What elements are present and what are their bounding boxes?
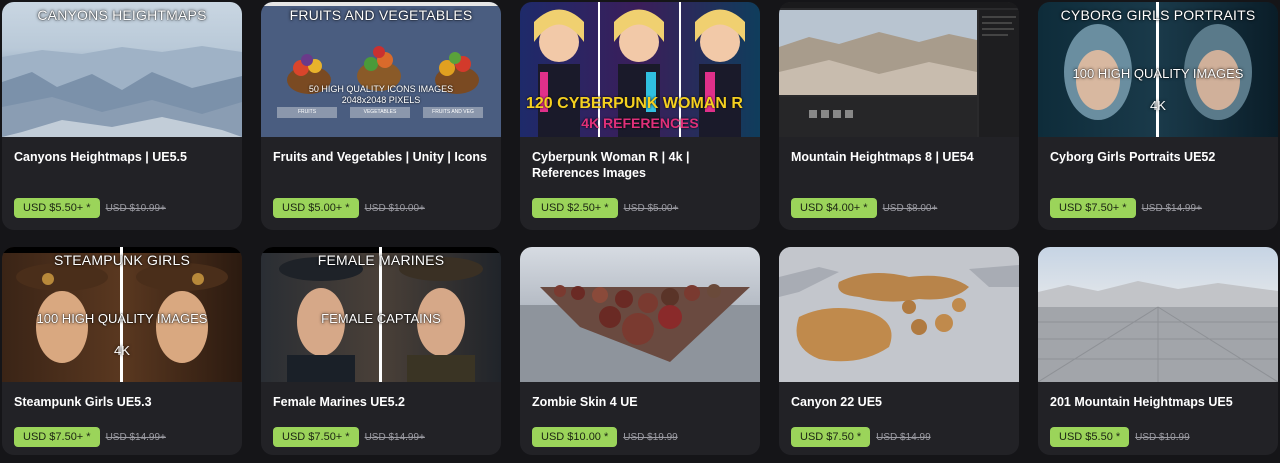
product-thumbnail[interactable]: STEAMPUNK GIRLS 100 HIGH QUALITY IMAGES … [2, 247, 242, 382]
mountain-landscape-image [1038, 281, 1278, 382]
price-button[interactable]: USD $5.00+ * [273, 198, 359, 218]
product-card-canyons-heightmaps[interactable]: CANYONS HEIGHTMAPS Canyons Heightmaps | … [2, 2, 242, 230]
old-price: USD $10.99 [1135, 431, 1190, 443]
price-row: USD $7.50+ * USD $14.99+ [14, 427, 166, 447]
old-price: USD $8.00+ [882, 202, 938, 214]
old-price: USD $14.99+ [1141, 202, 1202, 214]
product-title[interactable]: Female Marines UE5.2 [273, 394, 493, 410]
product-thumbnail[interactable]: 120 CYBERPUNK WOMAN R 4K REFERENCES [520, 2, 760, 137]
thumbnail-overlay-subtitle: FEMALE CAPTAINS [321, 311, 441, 326]
product-title[interactable]: Cyborg Girls Portraits UE52 [1050, 149, 1270, 165]
old-price: USD $14.99+ [364, 431, 425, 443]
product-thumbnail[interactable] [779, 2, 1019, 137]
product-card-cyberpunk-woman[interactable]: 120 CYBERPUNK WOMAN R 4K REFERENCES Cybe… [520, 2, 760, 230]
price-row: USD $7.50+ * USD $14.99+ [1050, 198, 1202, 218]
thumbnail-overlay-title: 120 CYBERPUNK WOMAN R [526, 95, 743, 112]
price-button[interactable]: USD $2.50+ * [532, 198, 618, 218]
old-price: USD $10.00+ [364, 202, 425, 214]
product-title[interactable]: Mountain Heightmaps 8 | UE54 [791, 149, 1011, 165]
overlay-line: 50 HIGH QUALITY ICONS IMAGES [308, 84, 454, 94]
product-grid: CANYONS HEIGHTMAPS Canyons Heightmaps | … [2, 2, 1278, 455]
old-price: USD $5.00+ [623, 202, 679, 214]
price-button[interactable]: USD $10.00 * [532, 427, 618, 447]
product-card-canyon-22[interactable]: Canyon 22 UE5 USD $7.50 * USD $14.99 [779, 247, 1019, 455]
old-price: USD $14.99+ [105, 431, 166, 443]
product-card-201-mountain-heightmaps[interactable]: 201 Mountain Heightmaps UE5 USD $5.50 * … [1038, 247, 1278, 455]
price-row: USD $7.50+ * USD $14.99+ [273, 427, 425, 447]
thumbnail-overlay-title: FEMALE MARINES [317, 252, 445, 268]
product-title[interactable]: Canyons Heightmaps | UE5.5 [14, 149, 234, 165]
product-thumbnail[interactable]: CANYONS HEIGHTMAPS [2, 2, 242, 137]
price-row: USD $5.00+ * USD $10.00+ [273, 198, 425, 218]
old-price: USD $10.99+ [105, 202, 166, 214]
thumbnail-overlay-title: STEAMPUNK GIRLS [53, 252, 191, 268]
price-button[interactable]: USD $7.50 * [791, 427, 871, 447]
zombie-spheres-image [520, 284, 760, 382]
product-card-steampunk-girls[interactable]: STEAMPUNK GIRLS 100 HIGH QUALITY IMAGES … [2, 247, 242, 455]
price-button[interactable]: USD $7.50+ * [273, 427, 359, 447]
price-row: USD $4.00+ * USD $8.00+ [791, 198, 937, 218]
price-row: USD $5.50 * USD $10.99 [1050, 427, 1190, 447]
price-row: USD $2.50+ * USD $5.00+ [532, 198, 678, 218]
product-title[interactable]: Cyberpunk Woman R | 4k | References Imag… [532, 149, 752, 181]
thumbnail-overlay-subtitle: 100 HIGH QUALITY IMAGES [36, 311, 208, 326]
price-row: USD $7.50 * USD $14.99 [791, 427, 931, 447]
product-title[interactable]: Fruits and Vegetables | Unity | Icons [273, 149, 493, 165]
thumbnail-overlay-subtitle: 100 HIGH QUALITY IMAGES [1072, 66, 1244, 81]
price-button[interactable]: USD $7.50+ * [14, 427, 100, 447]
thumbnail-overlay-title: FRUITS AND VEGETABLES [289, 7, 473, 23]
product-card-zombie-skin[interactable]: Zombie Skin 4 UE USD $10.00 * USD $19.99 [520, 247, 760, 455]
canyon-terrain-image [779, 247, 1019, 382]
thumb-button-label: VEGETABLES [363, 109, 397, 115]
thumbnail-overlay-title: CYBORG GIRLS PORTRAITS [1060, 7, 1256, 23]
price-button[interactable]: USD $5.50+ * [14, 198, 100, 218]
price-row: USD $5.50+ * USD $10.99+ [14, 198, 166, 218]
thumb-button-label: FRUITS AND VEG [432, 109, 474, 115]
product-title[interactable]: Steampunk Girls UE5.3 [14, 394, 234, 410]
product-title[interactable]: Canyon 22 UE5 [791, 394, 1011, 410]
product-thumbnail[interactable] [1038, 247, 1278, 382]
price-button[interactable]: USD $7.50+ * [1050, 198, 1136, 218]
price-button[interactable]: USD $4.00+ * [791, 198, 877, 218]
product-card-mountain-heightmaps-8[interactable]: Mountain Heightmaps 8 | UE54 USD $4.00+ … [779, 2, 1019, 230]
overlay-line: 2048x2048 PIXELS [341, 95, 421, 105]
product-card-fruits-vegetables[interactable]: FRUITS AND VEGETABLES 50 HIGH QUALITY IC… [261, 2, 501, 230]
product-thumbnail[interactable]: CYBORG GIRLS PORTRAITS 100 HIGH QUALITY … [1038, 2, 1278, 137]
product-title[interactable]: Zombie Skin 4 UE [532, 394, 752, 410]
thumbnail-overlay-title: CANYONS HEIGHTMAPS [37, 7, 207, 23]
product-thumbnail[interactable] [779, 247, 1019, 382]
product-title[interactable]: 201 Mountain Heightmaps UE5 [1050, 394, 1270, 410]
thumbnail-overlay-caption: 4K [1150, 98, 1166, 113]
old-price: USD $19.99 [623, 431, 678, 443]
product-card-cyborg-girls[interactable]: CYBORG GIRLS PORTRAITS 100 HIGH QUALITY … [1038, 2, 1278, 230]
thumbnail-overlay-subtitle: 4K REFERENCES [581, 115, 699, 131]
product-thumbnail[interactable]: FRUITS AND VEGETABLES 50 HIGH QUALITY IC… [261, 2, 501, 137]
product-card-female-marines[interactable]: FEMALE MARINES FEMALE CAPTAINS Female Ma… [261, 247, 501, 455]
editor-screenshot-image [779, 2, 1019, 137]
price-row: USD $10.00 * USD $19.99 [532, 427, 678, 447]
thumbnail-overlay-caption: 4K [114, 343, 130, 358]
thumbnail-overlay-subtitle: 50 HIGH QUALITY ICONS IMAGES 2048x2048 P… [261, 84, 501, 106]
thumb-button-label: FRUITS [297, 109, 317, 115]
product-thumbnail[interactable]: FEMALE MARINES FEMALE CAPTAINS [261, 247, 501, 382]
old-price: USD $14.99 [876, 431, 931, 443]
price-button[interactable]: USD $5.50 * [1050, 427, 1130, 447]
product-thumbnail[interactable] [520, 247, 760, 382]
